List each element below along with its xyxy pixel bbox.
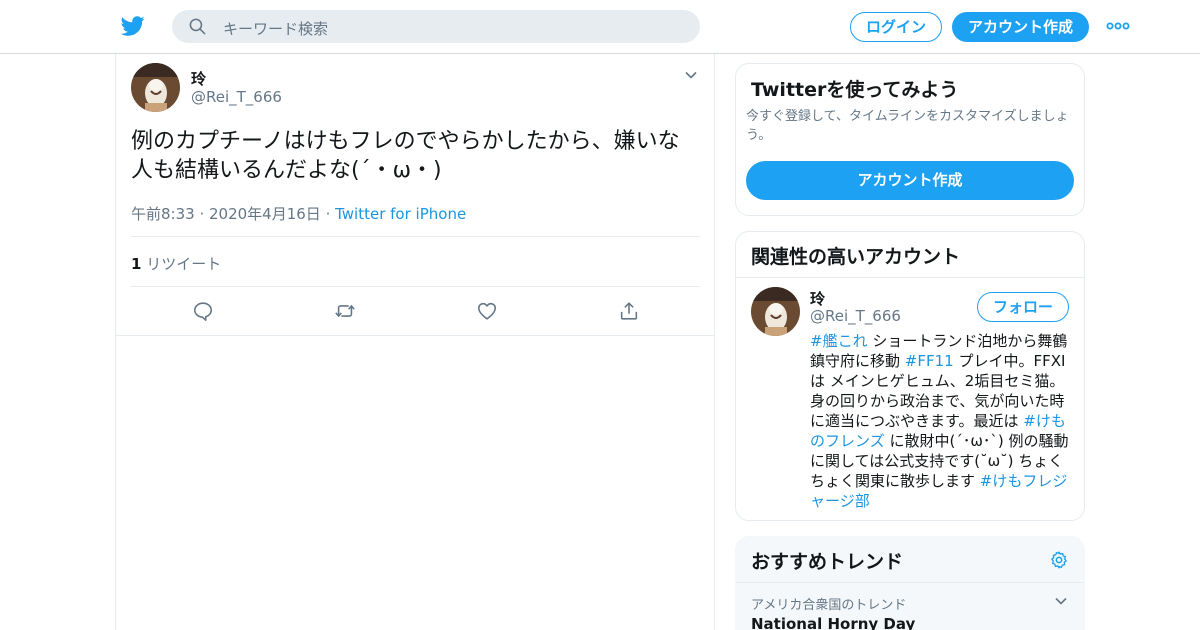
more-dots-icon[interactable] (1106, 20, 1130, 32)
author-name[interactable]: 玲 (191, 68, 206, 89)
account-handle[interactable]: @Rei_T_666 (810, 307, 901, 325)
avatar[interactable] (751, 287, 800, 336)
divider (736, 277, 1084, 278)
divider (131, 286, 700, 287)
tweet-column: 玲 @Rei_T_666 例のカプチーノはけもフレのでやらかしたから、嫌いな人も… (115, 54, 715, 630)
bio-hashtag[interactable]: #艦これ (810, 332, 868, 350)
tweet-timestamp[interactable]: 午前8:33 · 2020年4月16日 (131, 205, 321, 223)
related-card-title: 関連性の高いアカウント (751, 246, 961, 268)
chevron-down-icon[interactable] (684, 68, 698, 82)
signup-card-subtitle: 今すぐ登録して、タイムラインをカスタマイズしましょう。 (746, 109, 1069, 143)
chevron-down-icon[interactable] (1054, 594, 1068, 608)
avatar[interactable] (131, 63, 180, 112)
top-bar: キーワード検索 ログイン アカウント作成 (0, 0, 1200, 54)
gear-icon[interactable] (1049, 550, 1069, 570)
tweet-source-link[interactable]: Twitter for iPhone (335, 205, 466, 223)
trends-card-title: おすすめトレンド (751, 551, 904, 573)
retweet-label: リツイート (146, 255, 222, 273)
signup-card-title: Twitterを使ってみよう (751, 79, 959, 101)
account-bio: #艦これ ショートランド泊地から舞鶴鎮守府に移動 #FF11 プレイ中。FFXI… (810, 331, 1072, 511)
login-button[interactable]: ログイン (850, 12, 942, 42)
bio-hashtag[interactable]: #FF11 (905, 352, 954, 370)
signup-card-button[interactable]: アカウント作成 (746, 161, 1074, 200)
tweet-meta: 午前8:33 · 2020年4月16日 · Twitter for iPhone (131, 203, 466, 224)
divider (131, 236, 700, 237)
search-input[interactable]: キーワード検索 (172, 10, 700, 43)
follow-button[interactable]: フォロー (977, 292, 1069, 322)
related-accounts-card: 関連性の高いアカウント 玲 @Rei_T_666 フォロー #艦これ ショートラ… (735, 231, 1085, 521)
retweet-count: 1 (131, 255, 142, 273)
search-icon (189, 18, 206, 35)
signup-card: Twitterを使ってみよう 今すぐ登録して、タイムラインをカスタマイズしましょ… (735, 63, 1085, 216)
trend-location: アメリカ合衆国のトレンド (751, 598, 907, 613)
divider (736, 582, 1084, 583)
signup-button[interactable]: アカウント作成 (952, 12, 1089, 42)
author-handle[interactable]: @Rei_T_666 (191, 88, 282, 106)
share-icon[interactable] (618, 300, 640, 322)
search-placeholder: キーワード検索 (223, 20, 329, 38)
avatar-photo-icon (751, 287, 800, 336)
retweet-icon[interactable] (334, 300, 356, 322)
twitter-bird-icon[interactable] (120, 14, 146, 38)
reply-icon[interactable] (192, 300, 214, 322)
retweet-stats[interactable]: 1 リツイート (131, 253, 221, 274)
tweet-text: 例のカプチーノはけもフレのでやらかしたから、嫌いな人も結構いるんだよな(´・ω・… (131, 129, 680, 183)
divider (116, 335, 714, 336)
avatar-photo-icon (131, 63, 180, 112)
trends-card: おすすめトレンド アメリカ合衆国のトレンド National Horny Day (735, 536, 1085, 630)
trend-item[interactable]: National Horny Day (751, 615, 915, 630)
account-name[interactable]: 玲 (810, 288, 825, 309)
meta-separator: · (320, 205, 336, 223)
like-icon[interactable] (476, 300, 498, 322)
